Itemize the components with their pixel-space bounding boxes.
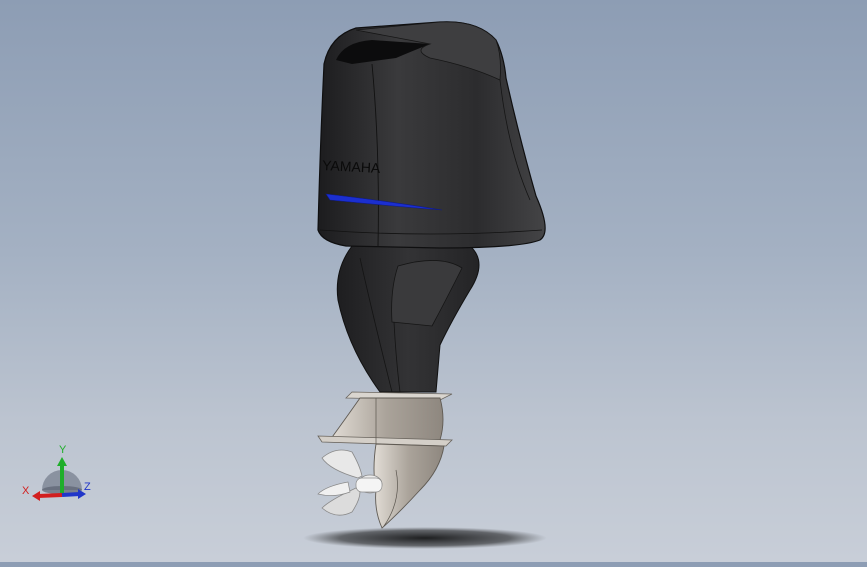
- 3d-viewport[interactable]: YAMAHA Y X Z: [0, 0, 867, 562]
- triad-y-label: Y: [59, 444, 67, 456]
- outboard-motor-model[interactable]: YAMAHA: [0, 0, 867, 562]
- triad-z-label: Z: [84, 481, 91, 493]
- triad-x-arrow: [32, 491, 40, 501]
- brand-logo-text: YAMAHA: [322, 157, 382, 176]
- propeller-shaft: [355, 477, 383, 493]
- triad-y-arrow: [57, 457, 67, 466]
- gearcase-upper: [329, 397, 444, 441]
- gearcase-lower: [373, 443, 445, 529]
- propeller-blade: [321, 449, 363, 479]
- view-orientation-triad[interactable]: Y X Z: [18, 440, 98, 510]
- propeller-blade: [317, 481, 351, 496]
- triad-x-axis: [37, 493, 63, 498]
- ground-shadow: [303, 527, 547, 549]
- triad-x-label: X: [22, 485, 30, 497]
- triad-z-axis: [61, 492, 81, 497]
